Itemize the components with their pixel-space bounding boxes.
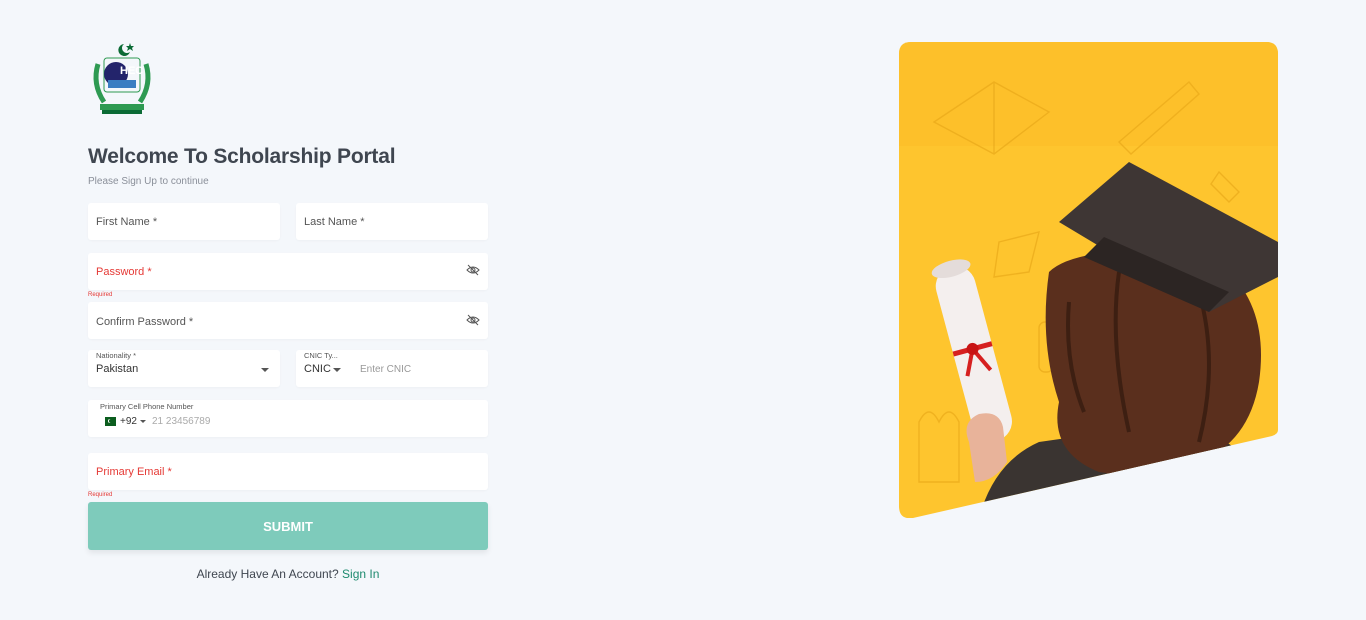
confirm-password-field[interactable]: Confirm Password * <box>88 302 488 339</box>
signin-link[interactable]: Sign In <box>342 567 379 581</box>
chevron-down-icon[interactable] <box>140 420 146 423</box>
hec-logo: HEC <box>93 43 151 114</box>
signin-row: Already Have An Account? Sign In <box>0 567 576 581</box>
nationality-value: Pakistan <box>96 363 139 375</box>
account-prompt: Already Have An Account? <box>196 567 339 581</box>
eye-off-icon[interactable] <box>466 314 480 326</box>
cnic-input-placeholder[interactable]: Enter CNIC <box>360 364 411 375</box>
nationality-select[interactable]: Nationality * Pakistan <box>88 350 280 387</box>
last-name-field[interactable]: Last Name * <box>296 203 488 240</box>
cnic-type-value[interactable]: CNIC <box>304 363 331 375</box>
page-title: Welcome To Scholarship Portal <box>88 145 396 168</box>
password-placeholder: Password * <box>96 266 152 278</box>
password-error: Required <box>88 292 113 298</box>
hero-illustration <box>899 42 1278 518</box>
first-name-placeholder: First Name * <box>96 216 158 228</box>
first-name-field[interactable]: First Name * <box>88 203 280 240</box>
chevron-down-icon <box>261 368 269 372</box>
submit-button[interactable]: SUBMIT <box>88 502 488 550</box>
last-name-placeholder: Last Name * <box>304 216 365 228</box>
logo-text: HEC <box>120 65 143 77</box>
pakistan-flag-icon[interactable] <box>102 417 116 426</box>
email-field[interactable]: Primary Email * <box>88 453 488 490</box>
cnic-field[interactable]: CNIC Ty... CNIC Enter CNIC <box>296 350 488 387</box>
phone-input-placeholder[interactable]: 21 23456789 <box>152 416 210 427</box>
password-field[interactable]: Password * <box>88 253 488 290</box>
phone-field[interactable]: Primary Cell Phone Number +92 21 2345678… <box>88 400 488 437</box>
page-subtitle: Please Sign Up to continue <box>88 176 209 187</box>
chevron-down-icon[interactable] <box>333 368 341 372</box>
confirm-password-placeholder: Confirm Password * <box>96 316 194 328</box>
eye-off-icon[interactable] <box>466 264 480 276</box>
cnic-type-label: CNIC Ty... <box>304 351 338 360</box>
email-placeholder: Primary Email * <box>96 466 172 478</box>
phone-country-code[interactable]: +92 <box>120 416 137 427</box>
nationality-label: Nationality * <box>96 351 137 360</box>
email-error: Required <box>88 492 113 498</box>
phone-label: Primary Cell Phone Number <box>100 402 194 411</box>
